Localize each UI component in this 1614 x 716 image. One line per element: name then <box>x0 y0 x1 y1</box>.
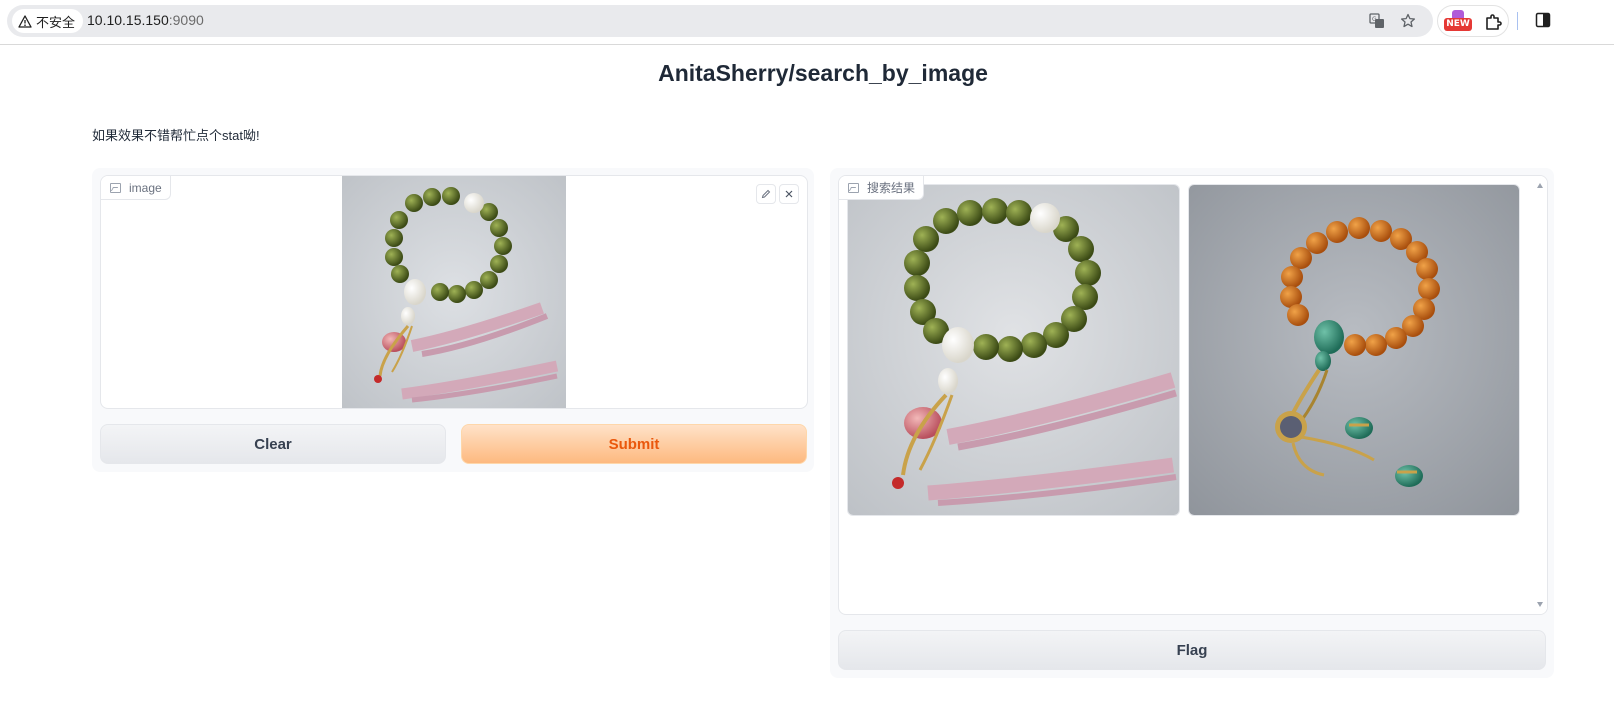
extension-new-badge: NEW <box>1444 18 1472 31</box>
bookmark-star-icon[interactable] <box>1400 13 1416 29</box>
results-label-tag: 搜索结果 <box>839 176 925 200</box>
scroll-down-icon[interactable] <box>1537 602 1543 607</box>
extensions-area: NEW <box>1437 5 1509 37</box>
page-title: AnitaSherry/search_by_image <box>658 60 988 86</box>
flag-button[interactable]: Flag <box>838 630 1546 670</box>
scroll-up-icon[interactable] <box>1537 183 1543 188</box>
search-results-gallery: 搜索结果 <box>838 175 1548 615</box>
output-panel: 搜索结果 Flag <box>830 168 1554 678</box>
close-icon[interactable] <box>779 184 799 204</box>
puzzle-icon[interactable] <box>1484 13 1502 31</box>
browser-toolbar: 不安全 10.10.15.150:9090 G NEW <box>0 0 1614 45</box>
uploaded-image <box>342 176 566 408</box>
url-host: 10.10.15.150 <box>87 12 169 28</box>
translate-icon[interactable]: G <box>1369 13 1385 29</box>
result-image-amber-bracelet <box>1189 185 1519 515</box>
submit-button[interactable]: Submit <box>461 424 807 464</box>
result-image-green-bracelet <box>848 185 1179 515</box>
warning-icon <box>18 14 32 28</box>
gallery-scrollbar[interactable] <box>1533 176 1547 614</box>
url-port: :9090 <box>168 12 204 28</box>
result-thumbnail-1[interactable] <box>847 184 1180 516</box>
image-label-tag: image <box>101 176 171 200</box>
security-label: 不安全 <box>36 14 76 30</box>
extension-new-icon[interactable]: NEW <box>1444 10 1472 31</box>
security-chip[interactable]: 不安全 <box>12 9 84 33</box>
side-panel-icon[interactable] <box>1535 12 1551 28</box>
svg-text:G: G <box>1372 16 1377 23</box>
image-label: image <box>129 180 162 195</box>
results-label: 搜索结果 <box>867 181 916 195</box>
image-icon <box>110 182 121 193</box>
page-description: 如果效果不错帮忙点个stat呦! <box>92 128 260 143</box>
input-panel: image Clear Submit <box>92 168 814 472</box>
toolbar-divider <box>1517 12 1518 30</box>
image-input[interactable]: image <box>100 175 808 409</box>
result-thumbnail-2[interactable] <box>1188 184 1520 516</box>
url-text[interactable]: 10.10.15.150:9090 <box>87 12 204 28</box>
gallery-icon <box>848 182 859 193</box>
clear-button[interactable]: Clear <box>100 424 446 464</box>
address-bar[interactable]: 不安全 10.10.15.150:9090 G <box>7 5 1433 37</box>
edit-icon[interactable] <box>756 184 776 204</box>
